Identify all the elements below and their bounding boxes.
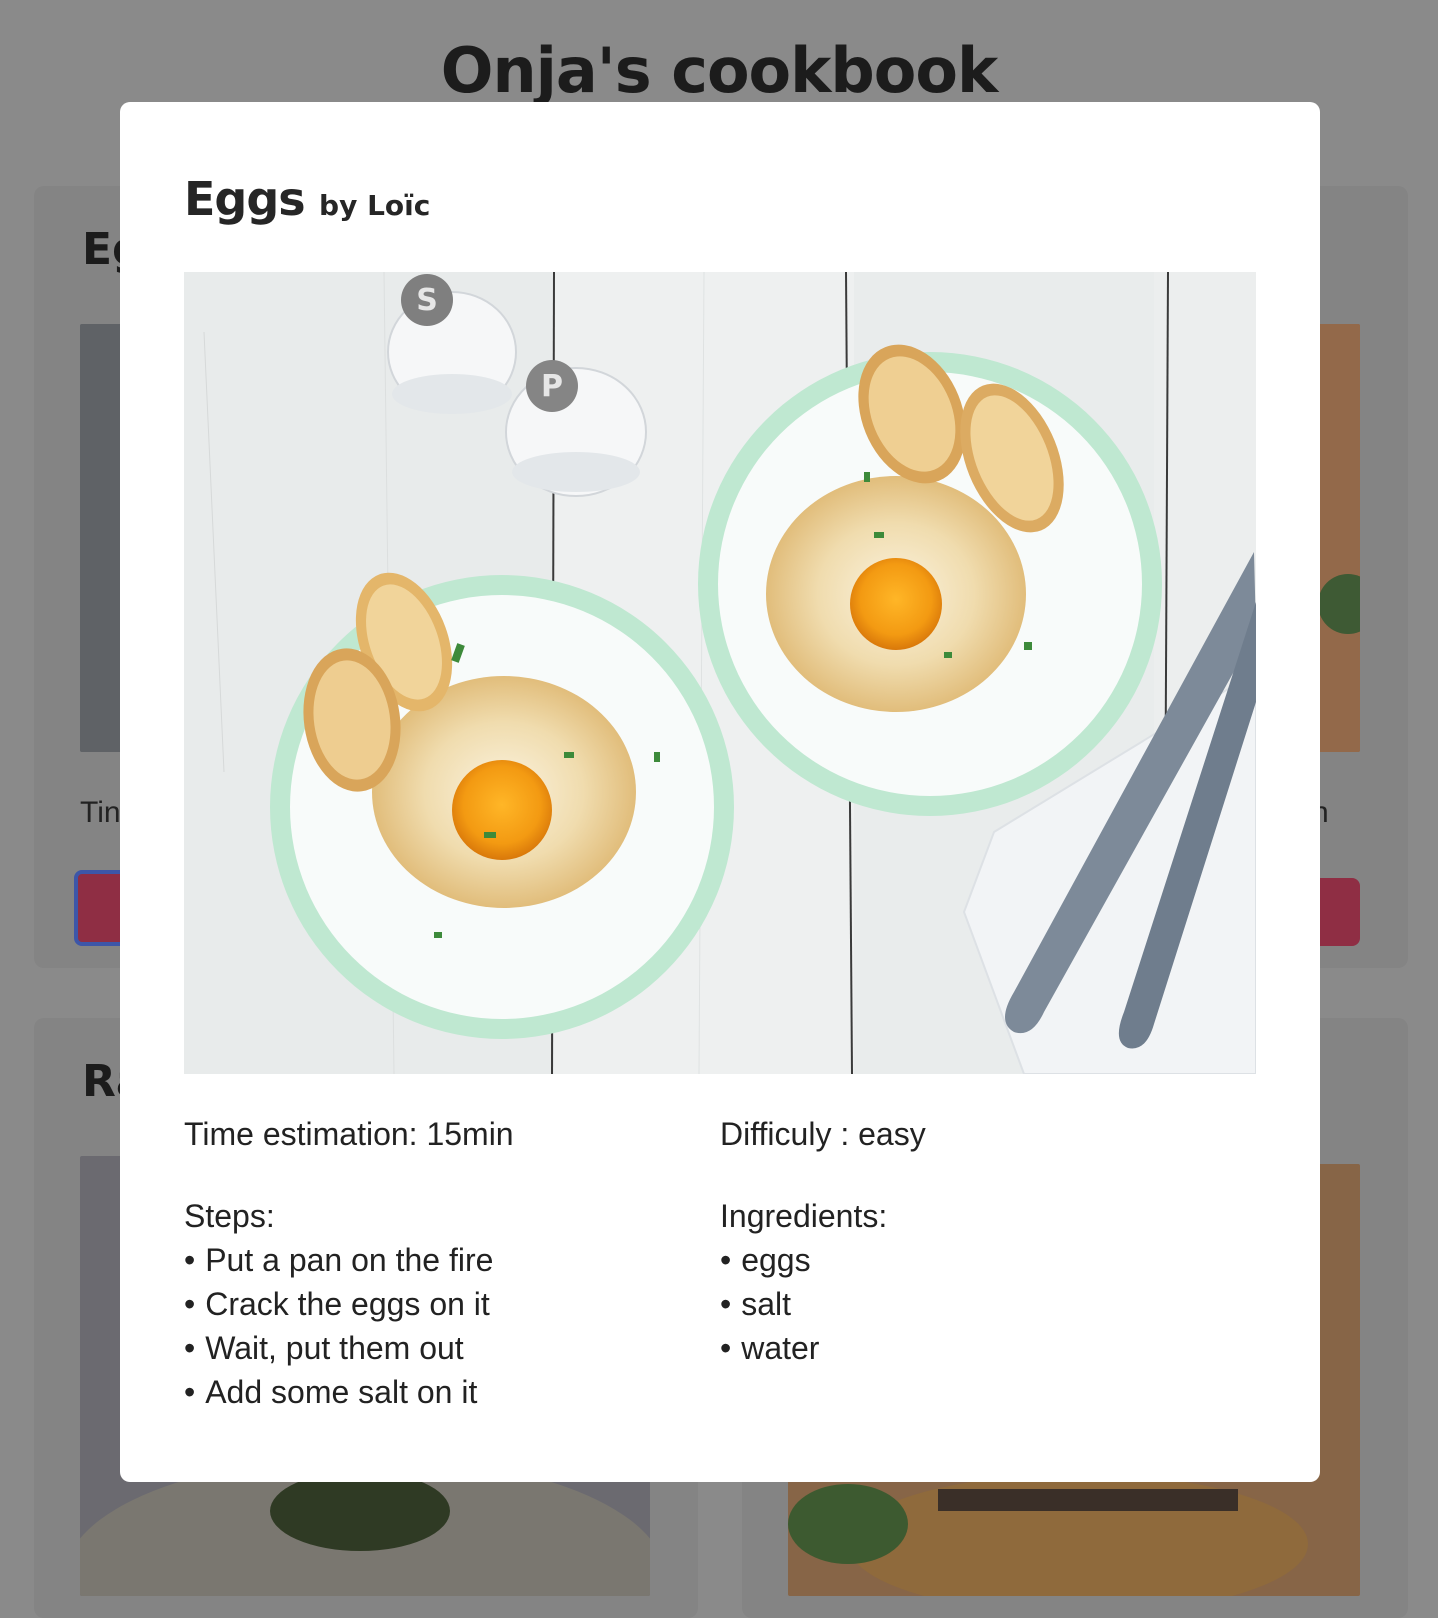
step-item: Crack the eggs on it <box>184 1282 704 1326</box>
recipe-photo: S P <box>184 272 1256 1074</box>
card-meta: Tin <box>80 796 121 829</box>
steps-heading: Steps: <box>184 1198 275 1234</box>
step-item: Add some salt on it <box>184 1370 704 1414</box>
difficulty: Difficuly : easy <box>720 1116 926 1152</box>
ingredient-item: eggs <box>720 1238 1240 1282</box>
ingredient-item: salt <box>720 1282 1240 1326</box>
time-estimation: Time estimation: 15min <box>184 1116 514 1152</box>
steps-list: Put a pan on the fire Crack the eggs on … <box>184 1238 704 1414</box>
recipe-author: by Loïc <box>319 189 431 222</box>
ingredients-heading: Ingredients: <box>720 1198 888 1234</box>
svg-text:S: S <box>416 283 438 318</box>
page-title: Onja's cookbook <box>440 34 998 107</box>
svg-text:P: P <box>541 369 563 404</box>
ingredient-item: water <box>720 1326 1240 1370</box>
modal-title: Eggs by Loïc <box>184 172 430 226</box>
recipe-right-column: Difficuly : easy Ingredients: eggs salt … <box>720 1112 1240 1370</box>
recipe-modal: Eggs by Loïc S P Time estimation: 15min … <box>120 102 1320 1482</box>
recipe-name: Eggs <box>184 172 306 226</box>
step-item: Put a pan on the fire <box>184 1238 704 1282</box>
ingredients-list: eggs salt water <box>720 1238 1240 1370</box>
recipe-left-column: Time estimation: 15min Steps: Put a pan … <box>184 1112 704 1414</box>
step-item: Wait, put them out <box>184 1326 704 1370</box>
